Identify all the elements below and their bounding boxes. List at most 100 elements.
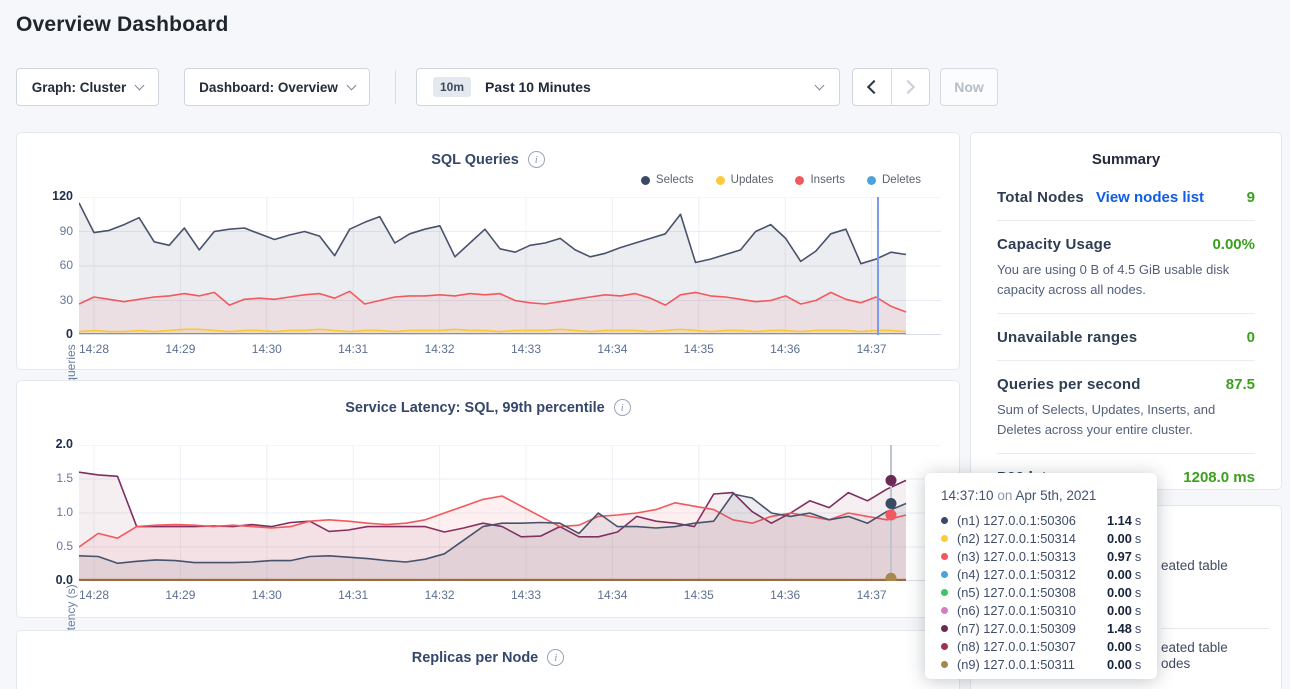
chevron-right-icon	[901, 80, 915, 94]
now-button[interactable]: Now	[940, 68, 998, 106]
x-axis-tick: 14:33	[496, 342, 556, 356]
x-axis-tick: 14:37	[842, 342, 902, 356]
summary-row-unavailable-ranges: Unavailable ranges 0	[997, 313, 1255, 360]
legend-label: Updates	[731, 174, 774, 186]
legend-item-updates[interactable]: Updates	[716, 174, 774, 186]
toolbar-divider	[395, 70, 396, 104]
node-color-dot	[941, 553, 948, 560]
summary-description: Sum of Selects, Updates, Inserts, and De…	[997, 400, 1255, 439]
tooltip-unit: s	[1135, 549, 1141, 564]
tooltip-row-n9: (n9) 127.0.0.1:50311 0.00s	[941, 655, 1141, 673]
tooltip-node-value: 0.97	[1107, 549, 1132, 564]
x-axis-tick: 14:29	[150, 588, 210, 602]
y-axis-tick: 120	[27, 189, 73, 203]
node-color-dot	[941, 643, 948, 650]
x-axis-tick: 14:30	[237, 588, 297, 602]
time-step-forward-button[interactable]	[891, 69, 930, 105]
tooltip-unit: s	[1135, 513, 1141, 528]
tooltip-node-label: (n2) 127.0.0.1:50314	[957, 531, 1103, 546]
now-button-label: Now	[954, 79, 984, 95]
node-color-dot	[941, 535, 948, 542]
event-divider	[1161, 628, 1269, 629]
time-range-badge: 10m	[433, 77, 471, 97]
info-icon[interactable]: i	[547, 649, 564, 666]
tooltip-node-label: (n3) 127.0.0.1:50313	[957, 549, 1103, 564]
page-title: Overview Dashboard	[16, 13, 229, 37]
chart-title: Service Latency: SQL, 99th percentile	[345, 400, 605, 416]
time-step-back-button[interactable]	[853, 69, 891, 105]
summary-description: You are using 0 B of 4.5 GiB usable disk…	[997, 260, 1255, 299]
node-color-dot	[941, 625, 948, 632]
tooltip-node-label: (n9) 127.0.0.1:50311	[957, 657, 1103, 672]
x-axis-tick: 14:36	[755, 588, 815, 602]
tooltip-row-n2: (n2) 127.0.0.1:503140.00s	[941, 529, 1141, 547]
legend-item-inserts[interactable]: Inserts	[795, 174, 845, 186]
x-axis-tick: 14:28	[64, 342, 124, 356]
chart-legend: Selects Updates Inserts Deletes	[641, 174, 921, 186]
y-axis-tick: 0	[27, 327, 73, 341]
y-axis-tick: 1.5	[27, 471, 73, 485]
node-color-dot	[941, 607, 948, 614]
tooltip-unit: s	[1135, 657, 1141, 672]
node-color-dot	[941, 571, 948, 578]
x-axis-tick: 14:37	[842, 588, 902, 602]
info-icon[interactable]: i	[614, 399, 631, 416]
legend-item-deletes[interactable]: Deletes	[867, 174, 921, 186]
tooltip-row-n4: (n4) 127.0.0.1:503120.00s	[941, 565, 1141, 583]
graph-scope-dropdown[interactable]: Graph: Cluster	[16, 68, 159, 106]
service-latency-plot[interactable]	[79, 445, 941, 581]
legend-dot	[641, 176, 650, 185]
tooltip-row-n5: (n5) 127.0.0.1:503080.00s	[941, 583, 1141, 601]
chart-title: SQL Queries	[431, 152, 519, 168]
x-axis-tick: 14:36	[755, 342, 815, 356]
view-nodes-list-link[interactable]: View nodes list	[1096, 189, 1204, 206]
legend-item-selects[interactable]: Selects	[641, 174, 694, 186]
tooltip-date: Apr 5th, 2021	[1015, 488, 1096, 503]
y-axis-tick: 90	[27, 224, 73, 238]
chart-hover-tooltip: 14:37:10 on Apr 5th, 2021 (n1) 127.0.0.1…	[925, 473, 1157, 679]
node-color-dot	[941, 661, 948, 668]
replicas-per-node-panel: Replicas per Node i	[16, 630, 960, 689]
graph-scope-label: Graph: Cluster	[32, 80, 127, 95]
y-axis-tick: 0.5	[27, 539, 73, 553]
legend-label: Deletes	[882, 174, 921, 186]
y-axis-tick: 30	[27, 293, 73, 307]
node-color-dot	[941, 517, 948, 524]
x-axis-tick: 14:31	[323, 342, 383, 356]
legend-label: Selects	[656, 174, 694, 186]
chevron-down-icon	[135, 80, 145, 90]
tooltip-node-label: (n8) 127.0.0.1:50307	[957, 639, 1103, 654]
x-axis-tick: 14:31	[323, 588, 383, 602]
x-axis-tick: 14:33	[496, 588, 556, 602]
legend-label: Inserts	[810, 174, 845, 186]
tooltip-unit: s	[1135, 603, 1141, 618]
dashboard-dropdown[interactable]: Dashboard: Overview	[184, 68, 370, 106]
tooltip-time: 14:37:10	[941, 488, 994, 503]
sql-queries-plot[interactable]	[79, 197, 941, 335]
tooltip-node-value: 0.00	[1107, 567, 1132, 582]
x-axis-tick: 14:29	[150, 342, 210, 356]
x-axis-tick: 14:32	[410, 588, 470, 602]
tooltip-unit: s	[1135, 639, 1141, 654]
legend-dot	[795, 176, 804, 185]
chevron-down-icon	[815, 80, 825, 90]
tooltip-node-value: 0.00	[1107, 603, 1132, 618]
summary-label: Total Nodes	[997, 189, 1084, 206]
time-step-buttons	[852, 68, 930, 106]
time-range-dropdown[interactable]: 10m Past 10 Minutes	[416, 68, 840, 106]
y-axis-tick: 0.0	[27, 573, 73, 587]
x-axis-tick: 14:28	[64, 588, 124, 602]
tooltip-unit: s	[1135, 621, 1141, 636]
tooltip-row-n3: (n3) 127.0.0.1:50313 0.97s	[941, 547, 1141, 565]
info-icon[interactable]: i	[528, 151, 545, 168]
tooltip-node-value: 0.00	[1107, 657, 1132, 672]
summary-label: Capacity Usage	[997, 236, 1112, 253]
tooltip-unit: s	[1135, 531, 1141, 546]
summary-label: Unavailable ranges	[997, 329, 1137, 346]
dashboard-label: Dashboard: Overview	[199, 80, 338, 95]
tooltip-node-label: (n5) 127.0.0.1:50308	[957, 585, 1103, 600]
tooltip-unit: s	[1135, 585, 1141, 600]
y-axis-tick: 1.0	[27, 505, 73, 519]
tooltip-row-n1: (n1) 127.0.0.1:503061.14s	[941, 511, 1141, 529]
y-axis-tick: 60	[27, 258, 73, 272]
